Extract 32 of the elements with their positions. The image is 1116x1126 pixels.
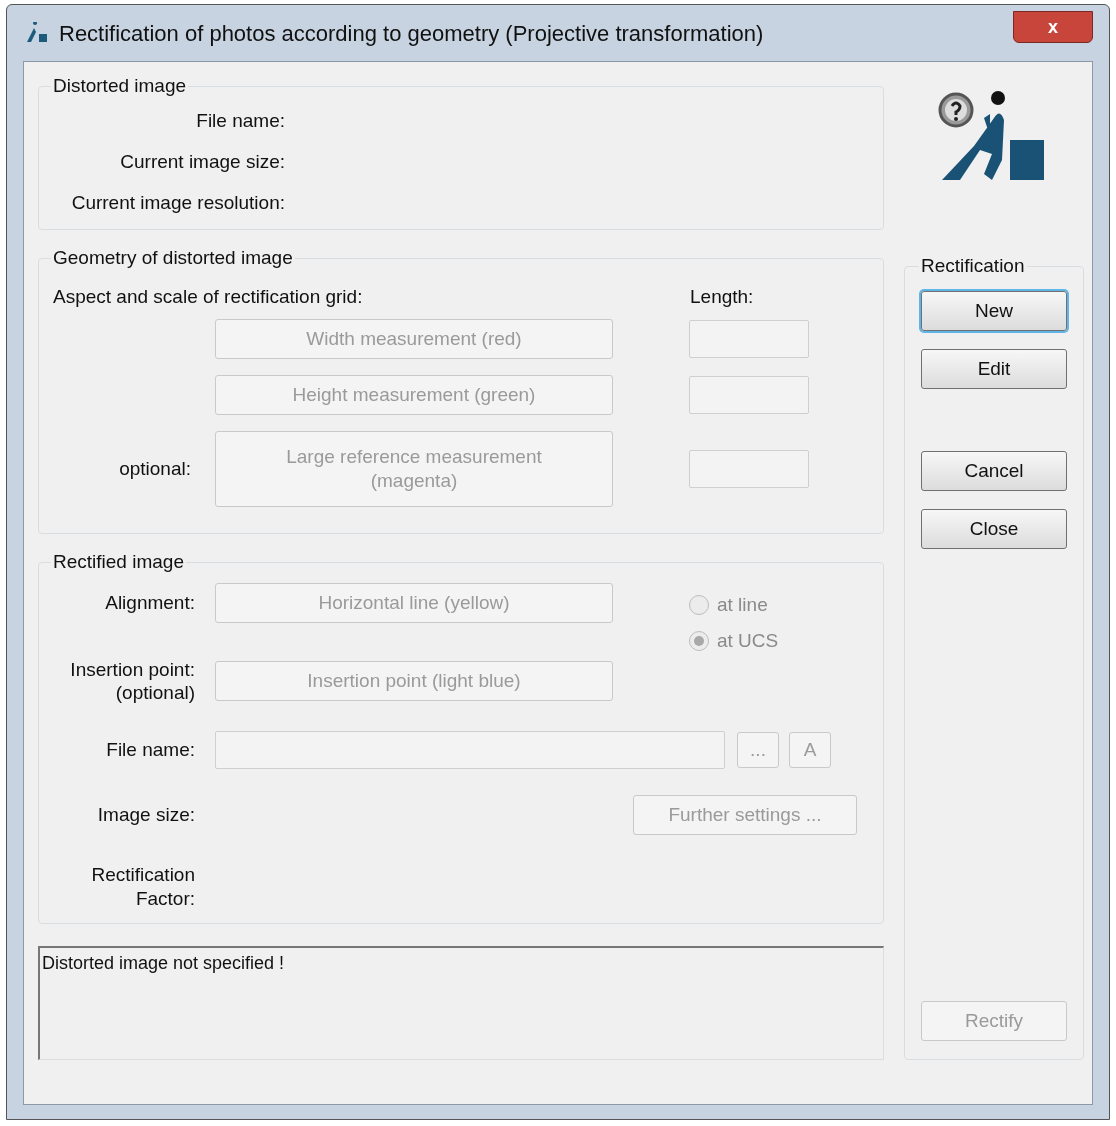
button[interactable]: Further settings ... (633, 795, 857, 835)
button[interactable]: ... (737, 732, 779, 768)
input-field[interactable] (215, 731, 725, 769)
app-icon (25, 22, 49, 44)
field-label: Aspect and scale of rectification grid: (53, 284, 364, 309)
button[interactable]: Close (921, 508, 1067, 549)
field-label: Length: (690, 284, 754, 309)
input-field[interactable] (689, 376, 809, 414)
group-title: Rectification (920, 254, 1026, 278)
button[interactable]: New (921, 290, 1067, 331)
button[interactable]: A (789, 732, 831, 768)
group-title: Geometry of distorted image (52, 246, 294, 270)
title-bar-x-button[interactable]: x (1013, 11, 1093, 43)
input-field[interactable] (689, 320, 809, 358)
field-label: Alignment: (104, 590, 195, 615)
group-title: Rectified image (52, 550, 185, 574)
button[interactable]: Insertion point (light blue) (215, 661, 613, 702)
field-label: Current image resolution: (71, 190, 285, 215)
button[interactable]: Edit (921, 348, 1067, 389)
field-label: Current image size: (120, 149, 285, 174)
window-title: Rectification of photos according to geometry (Projective transformation) (59, 19, 764, 48)
field-label: Insertion point: (optional) (69, 657, 195, 705)
button[interactable]: Horizontal line (yellow) (215, 582, 613, 623)
status-message: Distorted image not specified ! (38, 946, 884, 1060)
field-label: Image size: (96, 803, 195, 827)
button[interactable]: Cancel (921, 450, 1067, 491)
field-label: File name: (196, 108, 285, 133)
field-label: Rectification Factor: (90, 863, 195, 911)
field-label: optional: (119, 457, 191, 479)
group-title: Distorted image (52, 74, 188, 98)
input-field[interactable] (689, 450, 809, 488)
field-label: File name: (105, 738, 195, 762)
